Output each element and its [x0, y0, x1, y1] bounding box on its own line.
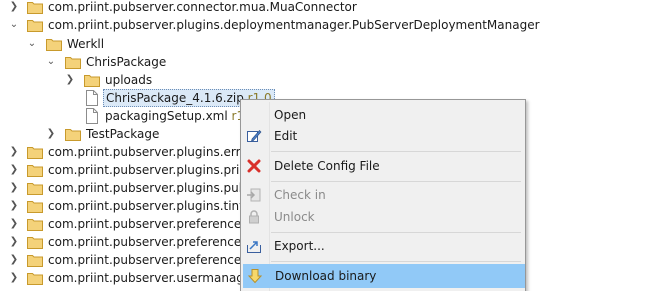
- check-in-icon: [247, 188, 261, 202]
- file-icon: [86, 108, 98, 124]
- tree-item-label: com.priint.pubserver.preferences.InD: [48, 235, 272, 249]
- folder-icon: [27, 2, 43, 14]
- chevron-right-icon[interactable]: ❯: [9, 179, 19, 197]
- tree-item-label: com.priint.pubserver.connector.mua.MuaCo…: [48, 0, 357, 14]
- folder-icon: [27, 273, 43, 285]
- tree-item-label: com.priint.pubserver.plugins.errorcc: [48, 145, 266, 159]
- menu-item-label: Delete Config File: [274, 159, 380, 173]
- folder-open-icon: [46, 39, 62, 51]
- folder-icon: [27, 255, 43, 267]
- chevron-right-icon[interactable]: ❯: [9, 251, 19, 269]
- menu-item-unlock[interactable]: Unlock: [243, 206, 523, 228]
- open-icon: [246, 107, 262, 123]
- menu-item-label: Check in: [274, 188, 326, 202]
- menu-separator: [271, 261, 521, 262]
- tree-item-label: uploads: [105, 73, 153, 87]
- edit-icon: [247, 130, 262, 142]
- chevron-right-icon[interactable]: ❯: [9, 269, 19, 287]
- folder-icon: [65, 129, 81, 141]
- delete-icon: [247, 159, 261, 173]
- chevron-right-icon[interactable]: ❯: [9, 215, 19, 233]
- tree-item-label: com.priint.pubserver.plugins.pubpla: [48, 181, 265, 195]
- menu-item-label: Open: [274, 108, 307, 122]
- tree-item-label: TestPackage: [86, 127, 160, 141]
- menu-item-edit[interactable]: Edit: [243, 125, 523, 147]
- tree-item-label: com.priint.pubserver.plugins.priintp: [48, 163, 263, 177]
- chevron-right-icon[interactable]: ❯: [46, 125, 56, 143]
- menu-separator: [271, 181, 521, 182]
- tree-item-label: ChrisPackage: [86, 55, 167, 69]
- tree-item-label: packagingSetup.xml r1.1: [105, 109, 256, 123]
- menu-separator: [271, 151, 521, 152]
- folder-icon: [27, 219, 43, 231]
- tree-item-label: com.priint.pubserver.preferences.InD: [48, 217, 272, 231]
- context-menu: Open Edit Delete Config File Check in Un…: [240, 99, 526, 291]
- chevron-right-icon[interactable]: ❯: [65, 71, 75, 89]
- chevron-right-icon[interactable]: ❯: [9, 197, 19, 215]
- chevron-down-icon[interactable]: ⌄: [46, 53, 56, 71]
- tree-item-label: com.priint.pubserver.plugins.tinymc: [48, 199, 265, 213]
- folder-icon: [27, 237, 43, 249]
- menu-item-check-in[interactable]: Check in: [243, 184, 523, 206]
- tree-item-label: com.priint.pubserver.preferences.Se: [48, 253, 267, 267]
- folder-icon: [27, 183, 43, 195]
- menu-item-label: Edit: [274, 129, 298, 143]
- folder-open-icon: [65, 57, 81, 69]
- folder-icon: [84, 75, 100, 87]
- folder-icon: [27, 201, 43, 213]
- file-icon: [86, 90, 98, 106]
- chevron-right-icon[interactable]: ❯: [9, 0, 19, 16]
- folder-icon: [27, 147, 43, 159]
- menu-item-label: Export...: [274, 239, 325, 253]
- chevron-right-icon[interactable]: ❯: [9, 161, 19, 179]
- tree-item-label: com.priint.pubserver.plugins.deploymentm…: [48, 18, 540, 32]
- menu-item-open[interactable]: Open: [243, 104, 523, 126]
- project-explorer: ❯ com.priint.pubserver.connector.mua.Mua…: [0, 0, 652, 291]
- tree-item-label: com.priint.pubserver.usermanager: [48, 271, 257, 285]
- menu-item-delete-config-file[interactable]: Delete Config File: [243, 155, 523, 177]
- export-icon: [247, 241, 261, 253]
- folder-icon: [27, 165, 43, 177]
- menu-item-label: Unlock: [274, 210, 315, 224]
- chevron-right-icon[interactable]: ❯: [9, 233, 19, 251]
- menu-separator: [271, 232, 521, 233]
- chevron-down-icon[interactable]: ⌄: [9, 16, 19, 34]
- chevron-down-icon[interactable]: ⌄: [27, 35, 37, 53]
- lock-icon: [249, 210, 259, 224]
- chevron-right-icon[interactable]: ❯: [9, 143, 19, 161]
- download-arrow-icon: [247, 269, 263, 284]
- menu-item-export[interactable]: Export...: [243, 235, 523, 257]
- folder-open-icon: [27, 20, 43, 32]
- menu-item-label: Download binary: [275, 269, 377, 283]
- menu-item-download-binary[interactable]: Download binary: [243, 264, 525, 288]
- tree-item-label: Werkll: [67, 37, 105, 51]
